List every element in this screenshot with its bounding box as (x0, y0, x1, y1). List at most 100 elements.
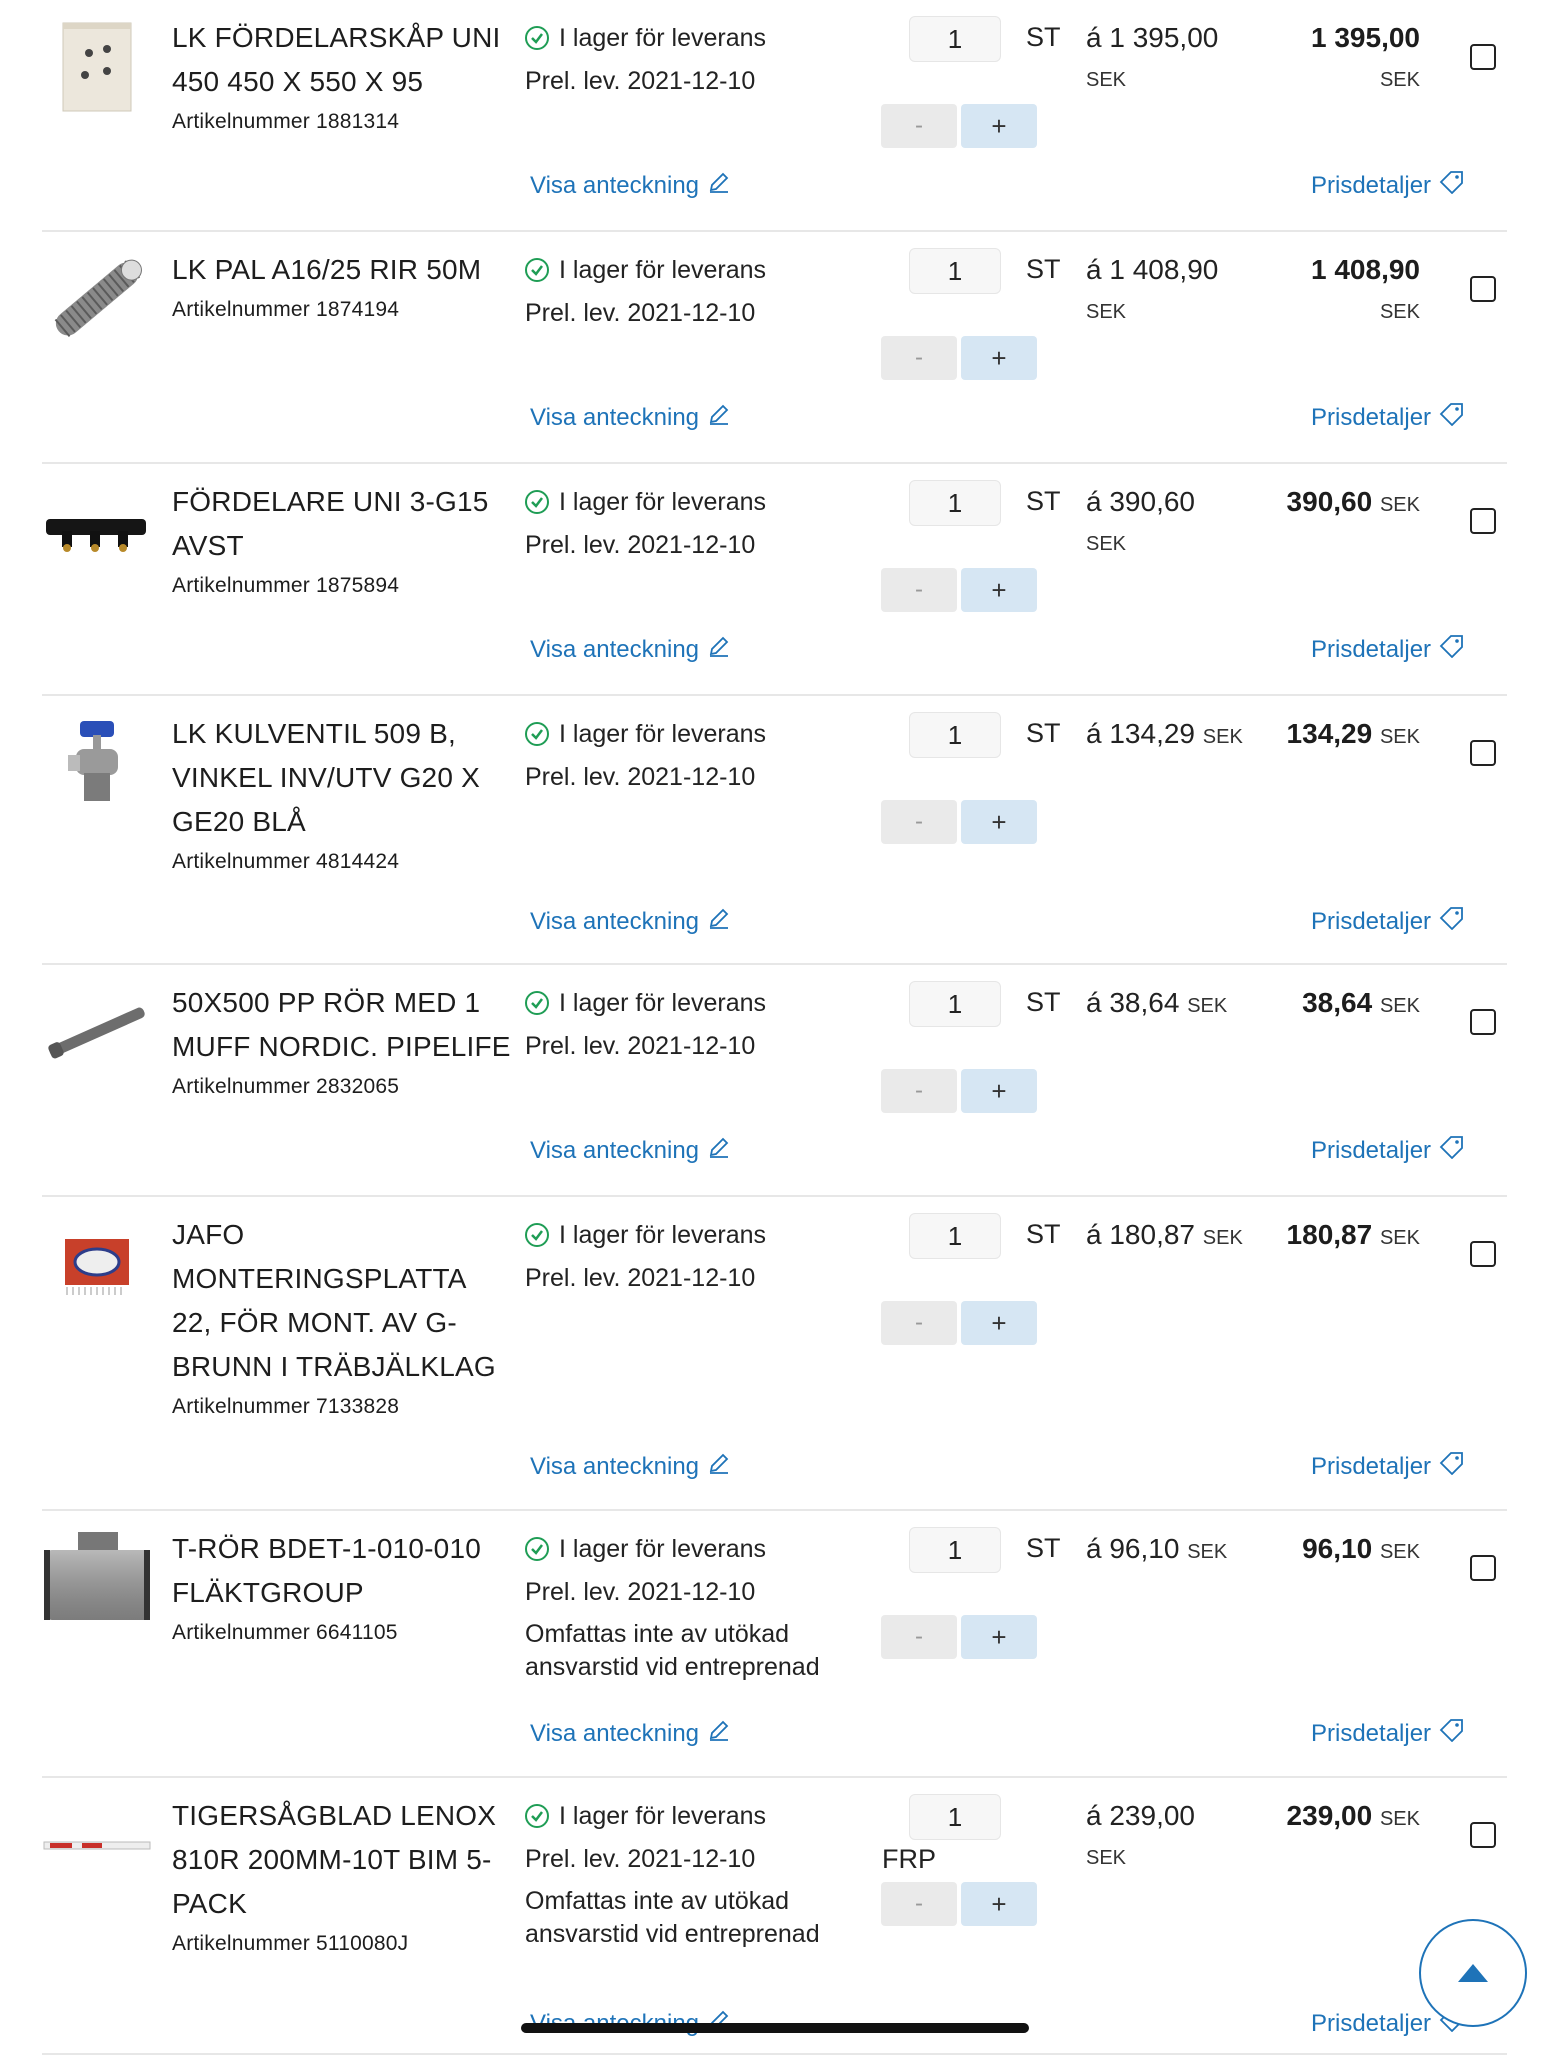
product-image[interactable] (42, 22, 152, 112)
unit-label: ST (1026, 254, 1061, 284)
line-total-value: 38,64 (1302, 987, 1373, 1018)
decrease-quantity-button[interactable]: - (881, 568, 957, 612)
product-name[interactable]: LK KULVENTIL 509 B, VINKEL INV/UTV G20 X… (172, 712, 512, 844)
select-row-checkbox[interactable] (1470, 276, 1496, 302)
product-image[interactable] (42, 486, 152, 576)
check-circle-icon (525, 1223, 549, 1247)
price-details-link[interactable]: Prisdetaljer (1311, 906, 1465, 937)
line-total-value: 180,87 (1286, 1219, 1373, 1250)
show-note-link[interactable]: Visa anteckning (530, 402, 731, 433)
product-info: LK KULVENTIL 509 B, VINKEL INV/UTV G20 X… (172, 712, 512, 878)
show-note-link[interactable]: Visa anteckning (530, 906, 731, 937)
select-row-checkbox[interactable] (1470, 1822, 1496, 1848)
currency-label: SEK (1379, 995, 1420, 1017)
increase-quantity-button[interactable]: + (961, 800, 1037, 844)
product-image[interactable] (42, 987, 152, 1077)
select-row-checkbox[interactable] (1470, 44, 1496, 70)
price-details-link[interactable]: Prisdetaljer (1311, 1451, 1465, 1482)
quantity-input[interactable]: 1 (909, 1213, 1001, 1259)
line-total-value: 390,60 (1286, 486, 1373, 517)
select-row-checkbox[interactable] (1470, 1009, 1496, 1035)
decrease-quantity-button[interactable]: - (881, 1069, 957, 1113)
price-details-link[interactable]: Prisdetaljer (1311, 170, 1465, 201)
decrease-quantity-button[interactable]: - (881, 1615, 957, 1659)
show-note-label: Visa anteckning (530, 1719, 700, 1747)
price-details-label: Prisdetaljer (1311, 403, 1432, 431)
product-name[interactable]: LK PAL A16/25 RIR 50M (172, 248, 512, 292)
cart-row: LK FÖRDELARSKÅP UNI 450 450 X 550 X 95 Ar… (42, 0, 1507, 232)
select-row-checkbox[interactable] (1470, 740, 1496, 766)
delivery-date: Prel. lev. 2021-12-10 (525, 530, 756, 559)
increase-quantity-button[interactable]: + (961, 1882, 1037, 1926)
quantity-input[interactable]: 1 (909, 981, 1001, 1027)
product-image[interactable] (42, 718, 152, 808)
check-circle-icon (525, 26, 549, 50)
increase-quantity-button[interactable]: + (961, 1301, 1037, 1345)
show-note-link[interactable]: Visa anteckning (530, 1451, 731, 1482)
stock-status: I lager för leverans (559, 719, 767, 748)
quantity-input[interactable]: 1 (909, 248, 1001, 294)
price-details-label: Prisdetaljer (1311, 1452, 1432, 1480)
quantity-input[interactable]: 1 (909, 480, 1001, 526)
article-number: Artikelnummer 2832065 (172, 1075, 400, 1098)
increase-quantity-button[interactable]: + (961, 1615, 1037, 1659)
price-details-link[interactable]: Prisdetaljer (1311, 1135, 1465, 1166)
article-number: Artikelnummer 1874194 (172, 298, 400, 321)
show-note-link[interactable]: Visa anteckning (530, 1718, 731, 1749)
product-info: JAFO MONTERINGSPLATTA 22, FÖR MONT. AV G… (172, 1213, 512, 1423)
line-total: 390,60 SEK (1230, 480, 1420, 527)
product-info: TIGERSÅGBLAD LENOX 810R 200MM-10T BIM 5-… (172, 1794, 512, 1960)
quantity-input[interactable]: 1 (909, 1527, 1001, 1573)
increase-quantity-button[interactable]: + (961, 104, 1037, 148)
product-image[interactable] (42, 1800, 152, 1890)
unit-label: ST (1026, 1219, 1061, 1249)
price-details-label: Prisdetaljer (1311, 635, 1432, 663)
show-note-link[interactable]: Visa anteckning (530, 170, 731, 201)
unit-price-value: á 180,87 (1086, 1219, 1195, 1250)
quantity-input[interactable]: 1 (909, 16, 1001, 62)
product-name[interactable]: JAFO MONTERINGSPLATTA 22, FÖR MONT. AV G… (172, 1213, 512, 1389)
price-details-link[interactable]: Prisdetaljer (1311, 634, 1465, 665)
select-row-checkbox[interactable] (1470, 1555, 1496, 1581)
line-total-value: 96,10 (1302, 1533, 1373, 1564)
scroll-to-top-button[interactable] (1419, 1919, 1527, 2027)
quantity-input[interactable]: 1 (909, 712, 1001, 758)
product-image[interactable] (42, 1219, 152, 1309)
show-note-link[interactable]: Visa anteckning (530, 634, 731, 665)
product-name[interactable]: LK FÖRDELARSKÅP UNI 450 450 X 550 X 95 (172, 16, 512, 104)
check-circle-icon (525, 991, 549, 1015)
line-total: 1 395,00 SEK (1230, 16, 1420, 100)
product-image[interactable] (42, 1532, 152, 1623)
product-image[interactable] (42, 254, 152, 344)
increase-quantity-button[interactable]: + (961, 568, 1037, 612)
currency-label: SEK (1379, 726, 1420, 748)
unit-label: ST (1026, 718, 1061, 748)
select-row-checkbox[interactable] (1470, 508, 1496, 534)
currency-label: SEK (1379, 69, 1420, 91)
stock-status: I lager för leverans (559, 23, 767, 52)
decrease-quantity-button[interactable]: - (881, 1301, 957, 1345)
stock-info: I lager för leverans Prel. lev. 2021-12-1… (525, 1527, 865, 1684)
increase-quantity-button[interactable]: + (961, 1069, 1037, 1113)
pencil-icon (699, 1718, 731, 1749)
select-row-checkbox[interactable] (1470, 1241, 1496, 1267)
increase-quantity-button[interactable]: + (961, 336, 1037, 380)
decrease-quantity-button[interactable]: - (881, 336, 957, 380)
decrease-quantity-button[interactable]: - (881, 1882, 957, 1926)
decrease-quantity-button[interactable]: - (881, 104, 957, 148)
product-name[interactable]: 50X500 PP RÖR MED 1 MUFF NORDIC. PIPELIF… (172, 981, 512, 1069)
product-name[interactable]: FÖRDELARE UNI 3-G15 AVST (172, 480, 512, 568)
quantity-input[interactable]: 1 (909, 1794, 1001, 1840)
price-details-link[interactable]: Prisdetaljer (1311, 402, 1465, 433)
show-note-link[interactable]: Visa anteckning (530, 1135, 731, 1166)
product-name[interactable]: T-RÖR BDET-1-010-010 FLÄKTGROUP (172, 1527, 512, 1615)
product-name[interactable]: TIGERSÅGBLAD LENOX 810R 200MM-10T BIM 5-… (172, 1794, 512, 1926)
price-details-link[interactable]: Prisdetaljer (1311, 1718, 1465, 1749)
cart-row: FÖRDELARE UNI 3-G15 AVST Artikelnummer 18… (42, 464, 1507, 696)
price-tag-icon (1431, 634, 1465, 665)
line-total: 38,64 SEK (1230, 981, 1420, 1028)
check-circle-icon (525, 1537, 549, 1561)
currency-label: SEK (1379, 494, 1420, 516)
unit-label: ST (1026, 1533, 1061, 1563)
decrease-quantity-button[interactable]: - (881, 800, 957, 844)
